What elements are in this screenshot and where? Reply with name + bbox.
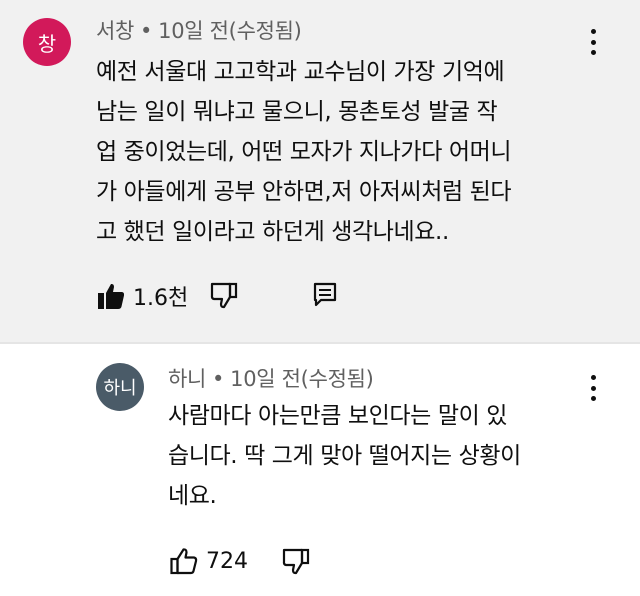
avatar[interactable]: 하니 (96, 363, 144, 411)
meta-separator: • (212, 367, 225, 391)
author-name[interactable]: 하니 (168, 367, 206, 391)
comment-line: 업 중이었는데, 어떤 모자가 지나가다 어머니 (96, 139, 512, 165)
author-name[interactable]: 서창 (96, 19, 134, 43)
thumbs-up-outline-icon (170, 547, 198, 575)
comment-line: 고 했던 일이라고 하던게 생각나네요.. (96, 219, 449, 245)
reply-comment-icon (312, 281, 338, 307)
like-count: 1.6천 (133, 286, 189, 311)
like-button[interactable]: 724 (170, 547, 248, 575)
more-vertical-icon[interactable] (581, 27, 605, 57)
comment-line: 가 아들에게 공부 안하면,저 아저씨처럼 된다 (96, 179, 512, 205)
comment-timestamp[interactable]: 10일 전(수정됨) (230, 367, 374, 391)
comment-timestamp[interactable]: 10일 전(수정됨) (158, 19, 302, 43)
comment-meta: 서창 • 10일 전(수정됨) (96, 15, 302, 45)
comment-text: 예전 서울대 고고학과 교수님이 가장 기억에 남는 일이 뭐냐고 물으니, 몽… (96, 52, 512, 252)
avatar-initial: 하니 (103, 378, 137, 399)
comment-meta: 하니 • 10일 전(수정됨) (168, 363, 374, 393)
thumbs-down-icon (210, 281, 238, 309)
comment-divider (0, 342, 640, 344)
comment-line: 네요. (168, 483, 217, 509)
thumbs-up-filled-icon (97, 282, 125, 310)
comment-line: 사람마다 아는만큼 보인다는 말이 있 (168, 403, 508, 429)
dislike-button[interactable] (282, 547, 310, 575)
comment-line: 습니다. 딱 그게 맞아 떨어지는 상황이 (168, 443, 521, 469)
comment-line: 예전 서울대 고고학과 교수님이 가장 기억에 (96, 59, 505, 85)
avatar-initial: 창 (37, 31, 57, 56)
avatar[interactable]: 창 (23, 18, 71, 66)
comment-text: 사람마다 아는만큼 보인다는 말이 있 습니다. 딱 그게 맞아 떨어지는 상황… (168, 396, 521, 516)
dislike-button[interactable] (210, 281, 238, 309)
thumbs-down-icon (282, 547, 310, 575)
reply-button[interactable] (312, 281, 338, 307)
comment-line: 남는 일이 뭐냐고 물으니, 몽촌토성 발굴 작 (96, 99, 498, 125)
like-count: 724 (206, 548, 248, 574)
more-vertical-icon[interactable] (581, 373, 605, 403)
meta-separator: • (140, 19, 153, 43)
like-button[interactable]: 1.6천 (97, 280, 188, 312)
